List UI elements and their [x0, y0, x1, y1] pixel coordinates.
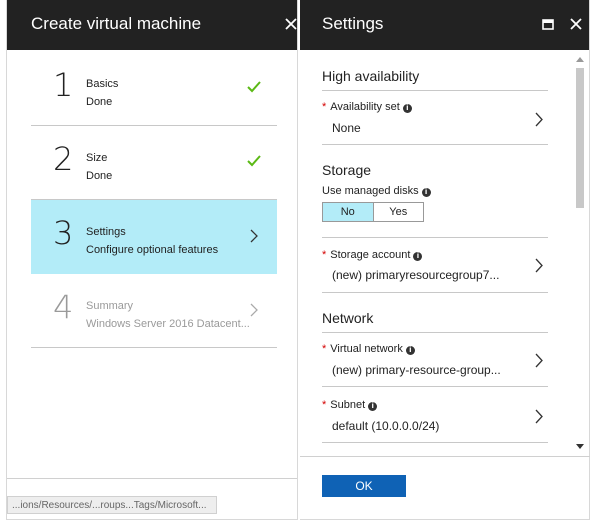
chevron-right-icon — [250, 303, 258, 317]
required-marker: * — [322, 249, 327, 261]
required-marker: * — [322, 101, 327, 113]
subnet-field[interactable]: * Subnet i default (10.0.0.0/24) — [322, 387, 548, 443]
step-settings[interactable]: 3 Settings Configure optional features — [31, 200, 277, 274]
managed-disks-no-option[interactable]: No — [323, 203, 374, 221]
managed-disks-yes-option[interactable]: Yes — [374, 203, 424, 221]
status-bar: ...ions/Resources/...roups...Tags/Micros… — [7, 496, 217, 514]
create-vm-header: Create virtual machine — [7, 0, 297, 50]
availability-set-field[interactable]: * Availability set i None — [322, 89, 548, 145]
section-title-high-availability: High availability — [322, 68, 548, 91]
scroll-up-icon[interactable] — [576, 56, 584, 62]
scroll-down-icon[interactable] — [576, 444, 584, 450]
chevron-right-icon — [535, 353, 543, 368]
step-name: Basics — [86, 78, 119, 90]
managed-disks-label: Use managed disks i — [322, 185, 431, 197]
subnet-label: * Subnet i — [322, 399, 378, 411]
section-title-storage: Storage — [322, 162, 372, 178]
checkmark-icon — [247, 81, 261, 93]
virtual-network-field[interactable]: * Virtual network i (new) primary-resource… — [322, 331, 548, 387]
step-number: 3 — [53, 214, 74, 252]
left-footer-divider — [7, 478, 297, 479]
storage-account-field[interactable]: * Storage account i (new) primaryresourceg… — [322, 237, 548, 293]
step-number: 2 — [53, 140, 74, 178]
step-status: Done — [86, 96, 113, 108]
settings-header: Settings — [300, 0, 589, 50]
storage-account-value: (new) primaryresourcegroup7... — [332, 268, 500, 282]
step-name: Summary — [86, 300, 134, 312]
step-name: Size — [86, 152, 108, 164]
required-marker: * — [322, 343, 327, 355]
settings-blade: Settings High availability * Availability… — [300, 0, 590, 520]
step-basics[interactable]: 1 Basics Done — [31, 52, 277, 126]
chevron-right-icon — [250, 229, 258, 243]
close-icon[interactable] — [564, 12, 588, 36]
storage-account-label: * Storage account i — [322, 249, 423, 261]
info-icon[interactable]: i — [368, 402, 378, 411]
info-icon[interactable]: i — [402, 104, 412, 113]
subnet-value: default (10.0.0.0/24) — [332, 419, 440, 433]
chevron-right-icon — [535, 409, 543, 424]
scrollbar-thumb[interactable] — [576, 68, 584, 208]
availability-set-label: * Availability set i — [322, 101, 412, 113]
wizard-steps: 1 Basics Done 2 Size Done 3 Settings Con… — [31, 52, 277, 348]
virtual-network-label: * Virtual network i — [322, 343, 415, 355]
availability-set-value: None — [332, 121, 361, 135]
checkmark-icon — [247, 155, 261, 167]
step-size[interactable]: 2 Size Done — [31, 126, 277, 200]
step-status: Windows Server 2016 Datacent... — [86, 318, 250, 330]
step-status: Configure optional features — [86, 244, 219, 256]
ok-button[interactable]: OK — [322, 475, 406, 497]
vertical-scrollbar[interactable] — [574, 54, 586, 454]
info-icon[interactable]: i — [405, 346, 415, 355]
section-title-network: Network — [322, 310, 548, 333]
step-name: Settings — [86, 226, 126, 238]
info-icon[interactable]: i — [421, 188, 431, 197]
info-icon[interactable]: i — [413, 252, 423, 261]
chevron-right-icon — [535, 258, 543, 273]
step-summary[interactable]: 4 Summary Windows Server 2016 Datacent..… — [31, 274, 277, 348]
create-vm-blade: Create virtual machine 1 Basics Done 2 S… — [6, 0, 298, 520]
step-number: 4 — [53, 288, 74, 326]
create-vm-title: Create virtual machine — [31, 14, 202, 33]
maximize-icon[interactable] — [536, 12, 560, 36]
settings-title: Settings — [322, 14, 384, 33]
managed-disks-toggle[interactable]: No Yes — [322, 202, 424, 222]
step-status: Done — [86, 170, 113, 182]
required-marker: * — [322, 399, 327, 411]
chevron-right-icon — [535, 112, 543, 127]
step-number: 1 — [53, 66, 74, 104]
virtual-network-value: (new) primary-resource-group... — [332, 363, 501, 377]
footer-divider — [300, 456, 590, 457]
